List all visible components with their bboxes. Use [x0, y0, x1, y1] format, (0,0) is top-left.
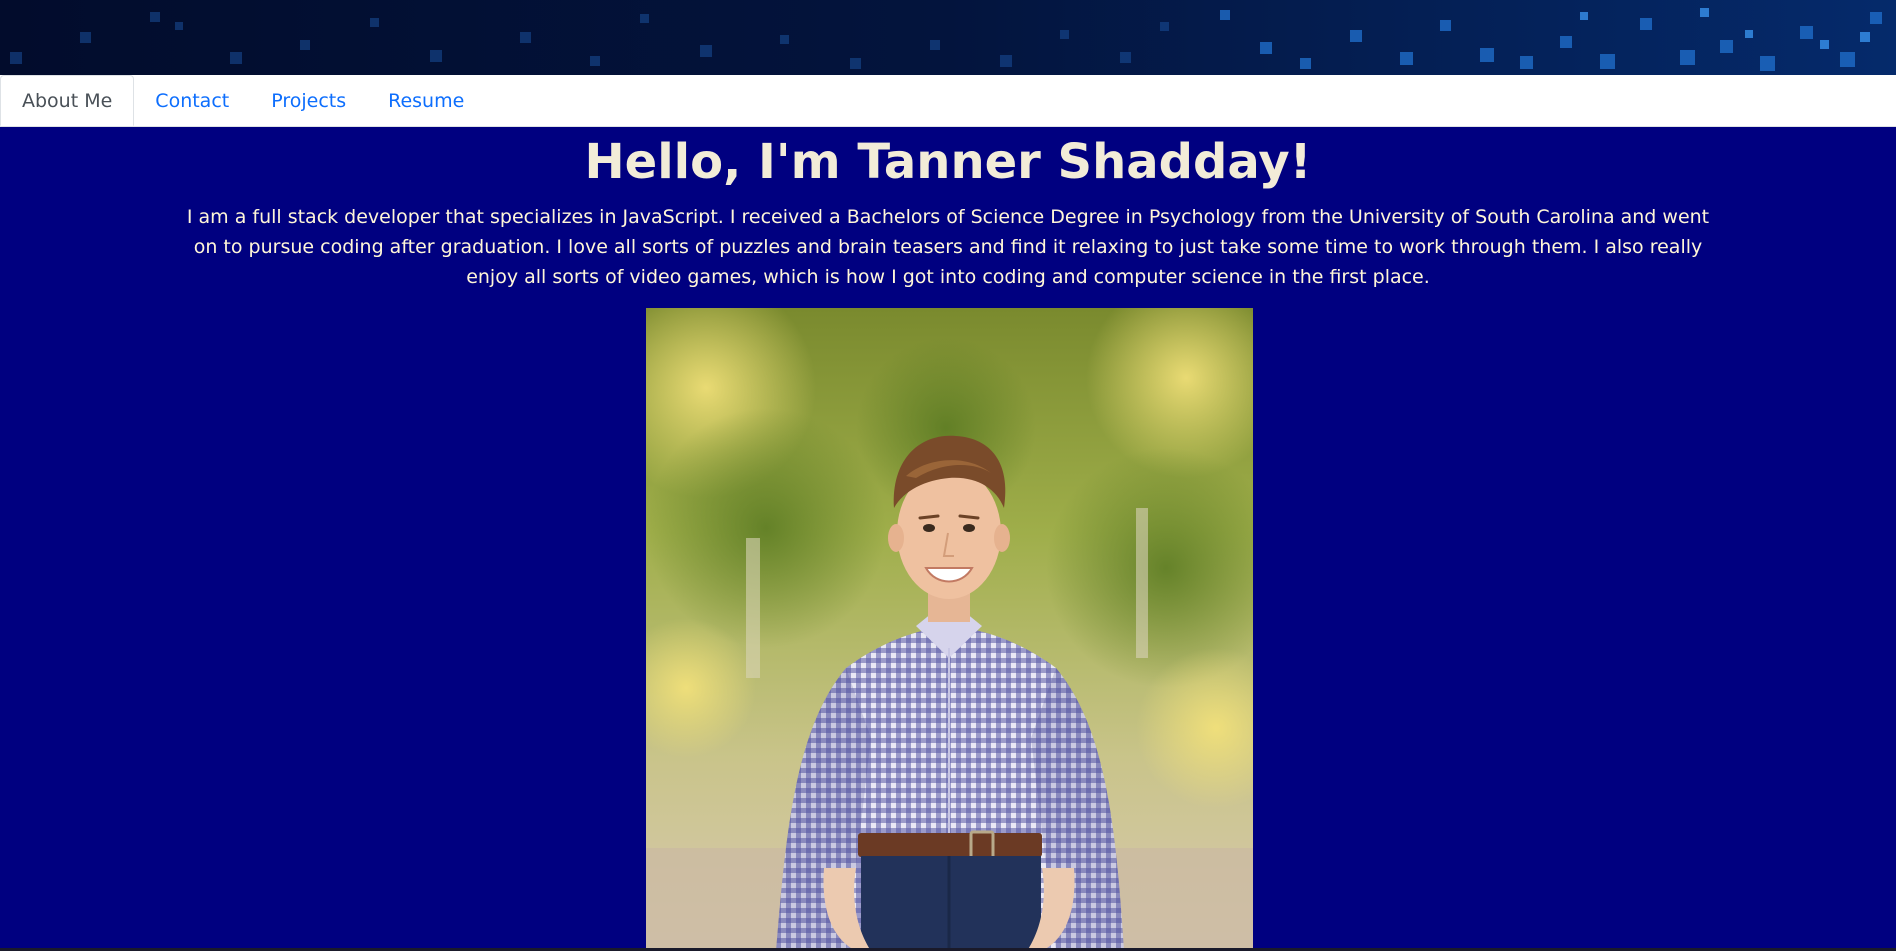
nav-link-projects[interactable]: Projects — [250, 75, 367, 126]
nav-tab-label: About Me — [22, 89, 113, 112]
nav-link-label: Resume — [388, 89, 465, 112]
nav-link-resume[interactable]: Resume — [367, 75, 485, 126]
nav-tab-about-me[interactable]: About Me — [0, 75, 135, 126]
nav-link-contact[interactable]: Contact — [134, 75, 250, 126]
nav-link-label: Contact — [155, 89, 230, 112]
profile-photo — [646, 308, 1253, 951]
about-section: Hello, I'm Tanner Shadday! I am a full s… — [0, 127, 1896, 951]
page-title: Hello, I'm Tanner Shadday! — [584, 134, 1312, 190]
intro-paragraph: I am a full stack developer that special… — [186, 205, 1710, 288]
header-banner — [0, 0, 1896, 75]
nav-link-label: Projects — [271, 89, 347, 112]
main-nav: About Me Contact Projects Resume — [0, 75, 1896, 127]
